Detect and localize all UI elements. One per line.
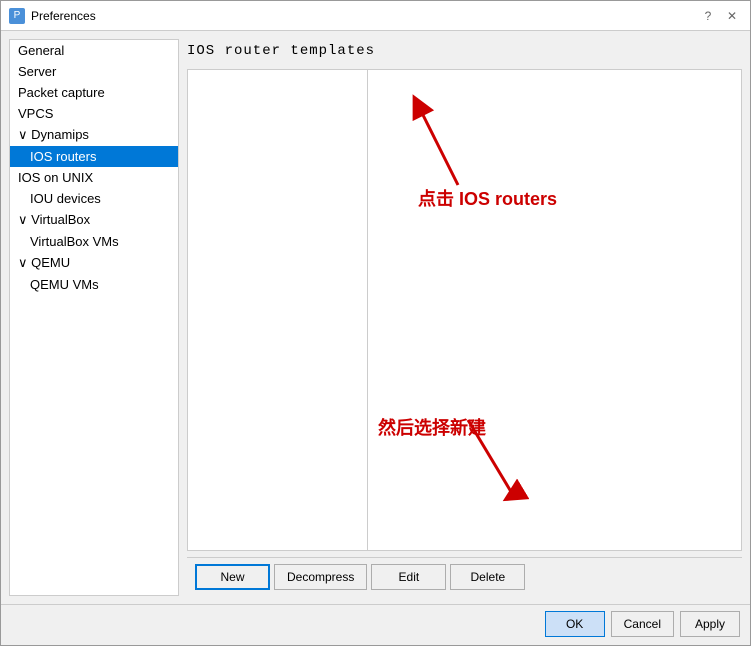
content-area: GeneralServerPacket captureVPCS∨ Dynamip… <box>1 31 750 604</box>
sidebar-item-ios-routers[interactable]: IOS routers <box>10 146 178 167</box>
sidebar-item-dynamips[interactable]: ∨ Dynamips <box>10 124 178 146</box>
sidebar-item-iou-devices[interactable]: IOU devices <box>10 188 178 209</box>
template-detail: 点击 IOS routers 然后选择新建 <box>368 70 741 550</box>
footer-buttons: OK Cancel Apply <box>1 604 750 645</box>
template-list <box>188 70 368 550</box>
title-bar-controls: ? ✕ <box>698 6 742 26</box>
new-button[interactable]: New <box>195 564 270 590</box>
arrow-up-svg <box>398 90 478 190</box>
cancel-button[interactable]: Cancel <box>611 611 674 637</box>
ok-button[interactable]: OK <box>545 611 605 637</box>
sidebar-item-virtualbox-vms[interactable]: VirtualBox VMs <box>10 231 178 252</box>
sidebar-item-vpcs[interactable]: VPCS <box>10 103 178 124</box>
panel-container: 点击 IOS routers 然后选择新建 <box>187 69 742 551</box>
sidebar: GeneralServerPacket captureVPCS∨ Dynamip… <box>9 39 179 596</box>
right-panel: IOS router templates <box>187 39 742 596</box>
panel-title: IOS router templates <box>187 39 742 63</box>
window-title: Preferences <box>31 9 96 23</box>
sidebar-item-qemu[interactable]: ∨ QEMU <box>10 252 178 274</box>
decompress-button[interactable]: Decompress <box>274 564 367 590</box>
help-button[interactable]: ? <box>698 6 718 26</box>
sidebar-item-server[interactable]: Server <box>10 61 178 82</box>
sidebar-item-qemu-vms[interactable]: QEMU VMs <box>10 274 178 295</box>
sidebar-item-packet-capture[interactable]: Packet capture <box>10 82 178 103</box>
delete-button[interactable]: Delete <box>450 564 525 590</box>
edit-button[interactable]: Edit <box>371 564 446 590</box>
title-bar-left: P Preferences <box>9 8 96 24</box>
annotation-new-text: 然后选择新建 <box>378 414 486 440</box>
close-button[interactable]: ✕ <box>722 6 742 26</box>
sidebar-item-ios-on-unix[interactable]: IOS on UNIX <box>10 167 178 188</box>
app-icon: P <box>9 8 25 24</box>
preferences-window: P Preferences ? ✕ GeneralServerPacket ca… <box>0 0 751 646</box>
sidebar-item-virtualbox[interactable]: ∨ VirtualBox <box>10 209 178 231</box>
action-buttons-row: New Decompress Edit Delete <box>187 557 742 596</box>
sidebar-item-general[interactable]: General <box>10 40 178 61</box>
main-content: GeneralServerPacket captureVPCS∨ Dynamip… <box>1 31 750 645</box>
apply-button[interactable]: Apply <box>680 611 740 637</box>
title-bar: P Preferences ? ✕ <box>1 1 750 31</box>
annotation-click-text: 点击 IOS routers <box>418 185 557 211</box>
